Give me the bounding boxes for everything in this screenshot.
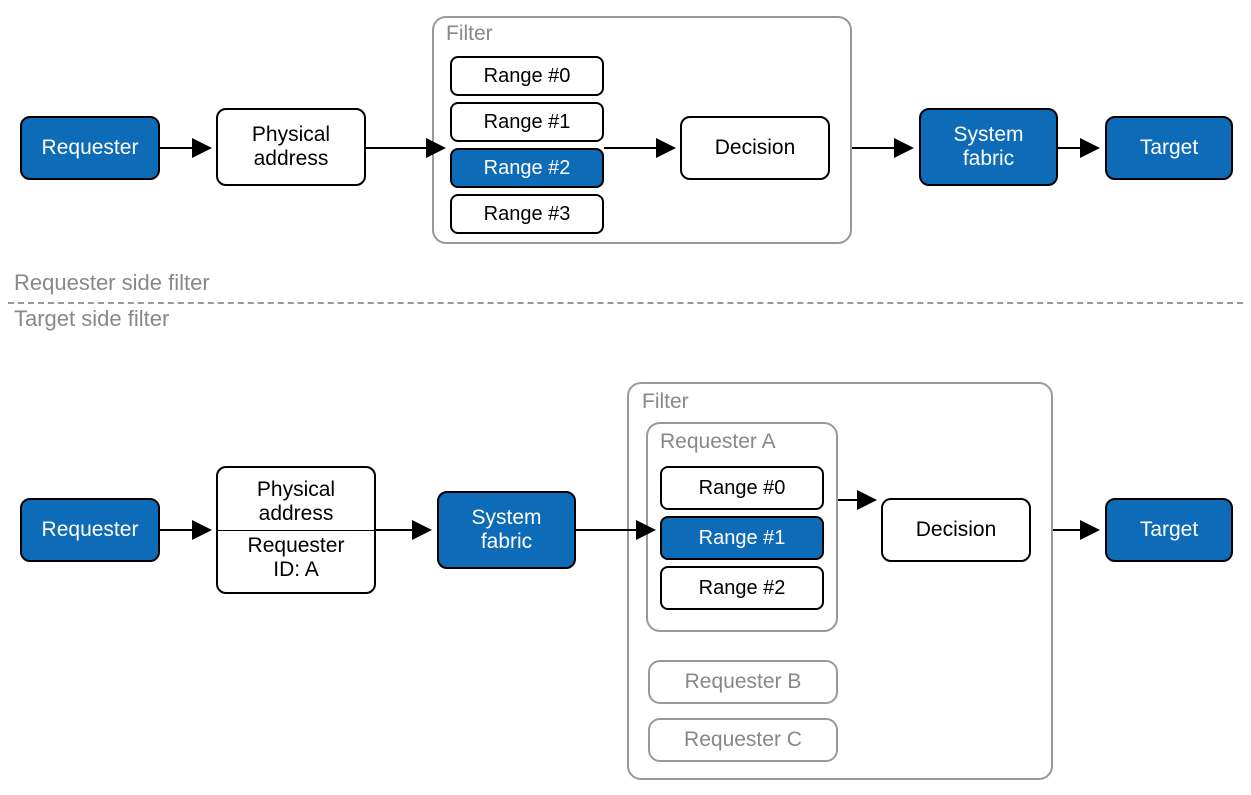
arrows-layer bbox=[0, 0, 1251, 795]
